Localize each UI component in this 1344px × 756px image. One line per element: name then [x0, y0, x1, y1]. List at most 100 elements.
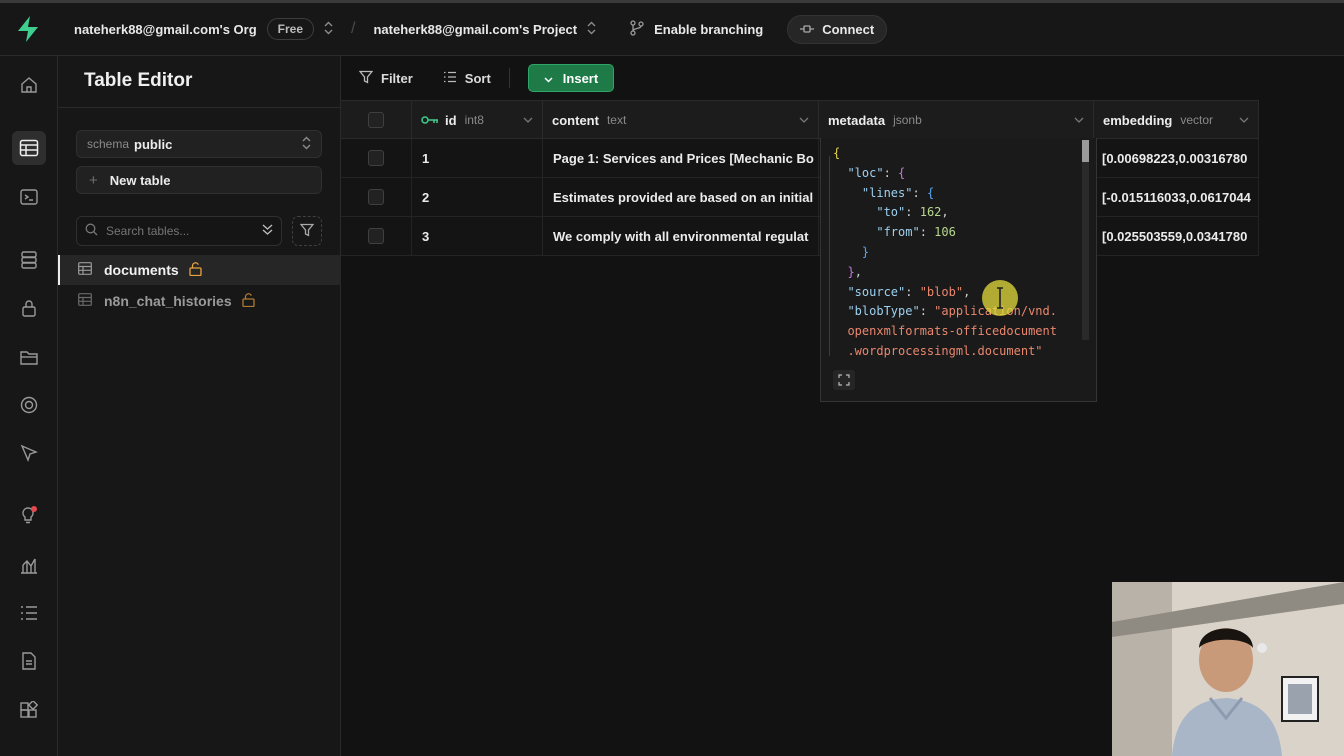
cell-embedding[interactable]: [-0.015116033,0.0617044 [1094, 178, 1259, 216]
row-checkbox[interactable] [368, 150, 384, 166]
connect-label: Connect [822, 21, 875, 37]
cell-id[interactable]: 1 [412, 139, 543, 177]
home-icon[interactable] [12, 68, 46, 102]
indent-guide [829, 156, 830, 356]
json-cell-popover[interactable]: { "loc": { "lines": { "to": 162, "from":… [820, 138, 1097, 402]
insert-label: Insert [562, 70, 599, 86]
sidebar-item-documents[interactable]: documents [58, 255, 341, 285]
enable-branching-button[interactable]: Enable branching [630, 19, 764, 39]
filter-button[interactable]: Filter [358, 70, 413, 87]
select-all-cell [341, 101, 412, 139]
chevron-down-icon[interactable] [523, 115, 533, 126]
column-type: int8 [464, 113, 484, 127]
json-viewer[interactable]: { "loc": { "lines": { "to": 162, "from":… [833, 144, 1057, 362]
column-name: id [445, 112, 457, 128]
database-icon[interactable] [12, 243, 46, 277]
connect-button[interactable]: Connect [787, 14, 888, 44]
table-row[interactable]: 3 We comply with all environmental regul… [341, 217, 1259, 256]
supabase-logo-icon[interactable] [0, 3, 56, 56]
git-branch-icon [630, 19, 644, 39]
grid-header: id int8 content text metadata jsonb embe… [341, 100, 1259, 139]
primary-key-icon [421, 113, 439, 128]
advisors-lightbulb-icon[interactable] [12, 498, 46, 532]
json-key: "source" [847, 284, 906, 299]
project-name: nateherk88@gmail.com's Project [373, 21, 578, 37]
grid-toolbar: Filter Sort Insert [341, 56, 1344, 100]
double-chevron-down-icon[interactable] [262, 223, 273, 239]
logs-list-icon[interactable] [12, 596, 46, 630]
scrollbar-thumb[interactable] [1082, 140, 1089, 162]
popover-scrollbar[interactable] [1082, 140, 1089, 340]
filter-funnel-icon [299, 223, 315, 240]
schema-selector[interactable]: schema public [76, 130, 322, 158]
nav-rail [0, 56, 58, 756]
top-bar: nateherk88@gmail.com's Org Free / natehe… [0, 0, 1344, 56]
column-header-metadata[interactable]: metadata jsonb [819, 101, 1094, 139]
table-icon [78, 262, 92, 278]
row-checkbox[interactable] [368, 189, 384, 205]
json-string: "blob" [919, 284, 964, 299]
project-selector[interactable]: nateherk88@gmail.com's Project [373, 21, 596, 38]
sort-label: Sort [464, 70, 491, 86]
auth-lock-icon[interactable] [12, 291, 46, 325]
enable-branching-label: Enable branching [654, 21, 764, 37]
json-brace: { [833, 146, 841, 160]
select-all-checkbox[interactable] [368, 112, 384, 128]
plug-icon [800, 22, 815, 37]
chevron-down-icon[interactable] [1074, 115, 1084, 126]
reports-chart-icon[interactable] [12, 548, 46, 582]
org-selector[interactable]: nateherk88@gmail.com's Org Free [74, 18, 333, 40]
filter-label: Filter [381, 70, 413, 86]
org-name: nateherk88@gmail.com's Org [74, 21, 257, 37]
search-tables-input[interactable] [106, 224, 256, 238]
insert-button[interactable]: Insert [527, 64, 615, 92]
realtime-icon[interactable] [12, 388, 46, 422]
chevron-down-icon [544, 71, 553, 86]
row-select-cell [341, 139, 412, 177]
chevron-updown-icon [587, 21, 596, 38]
breadcrumb-separator: / [351, 20, 356, 37]
unlocked-padlock-icon[interactable] [241, 292, 255, 310]
expand-icon[interactable] [833, 370, 855, 390]
plus-icon: + [89, 171, 98, 189]
row-select-cell [341, 217, 412, 255]
sort-list-icon [443, 71, 457, 86]
row-checkbox[interactable] [368, 228, 384, 244]
integrations-icon[interactable] [12, 693, 46, 727]
edge-functions-cursor-icon[interactable] [12, 436, 46, 470]
cell-embedding[interactable]: [0.00698223,0.00316780 [1094, 139, 1259, 177]
toolbar-separator [508, 68, 510, 88]
cell-id[interactable]: 3 [412, 217, 543, 255]
cell-content[interactable]: We comply with all environmental regulat [543, 217, 819, 255]
chevron-down-icon[interactable] [799, 115, 809, 126]
column-header-content[interactable]: content text [543, 101, 819, 139]
column-type: vector [1180, 113, 1214, 127]
storage-folder-icon[interactable] [12, 340, 46, 374]
table-row[interactable]: 2 Estimates provided are based on an ini… [341, 178, 1259, 217]
json-key: "loc" [847, 165, 884, 180]
cell-content[interactable]: Estimates provided are based on an initi… [543, 178, 819, 216]
chevron-down-icon[interactable] [1239, 115, 1249, 126]
cell-embedding[interactable]: [0.025503559,0.0341780 [1094, 217, 1259, 255]
unlocked-padlock-icon[interactable] [189, 261, 202, 279]
sort-button[interactable]: Sort [443, 71, 491, 86]
column-header-id[interactable]: id int8 [412, 101, 543, 139]
json-key: "lines" [861, 185, 913, 200]
cell-id[interactable]: 2 [412, 178, 543, 216]
json-string: openxmlformats-officedocument [847, 324, 1057, 339]
table-editor-sidebar: Table Editor schema public + New table d… [58, 56, 341, 756]
chevron-updown-icon [324, 21, 333, 38]
sidebar-item-n8n-chat-histories[interactable]: n8n_chat_histories [58, 286, 341, 316]
cell-content[interactable]: Page 1: Services and Prices [Mechanic Bo [543, 139, 819, 177]
new-table-button[interactable]: + New table [76, 166, 322, 194]
json-key: "blobType" [847, 304, 920, 319]
table-icon [78, 293, 92, 309]
table-editor-icon[interactable] [12, 131, 46, 165]
api-docs-icon[interactable] [12, 644, 46, 678]
column-header-embedding[interactable]: embedding vector [1094, 101, 1259, 139]
table-row[interactable]: 1 Page 1: Services and Prices [Mechanic … [341, 139, 1259, 178]
chevron-updown-icon [302, 136, 311, 153]
column-name: content [552, 112, 599, 128]
filter-tables-button[interactable] [292, 216, 322, 246]
sql-editor-icon[interactable] [12, 180, 46, 214]
